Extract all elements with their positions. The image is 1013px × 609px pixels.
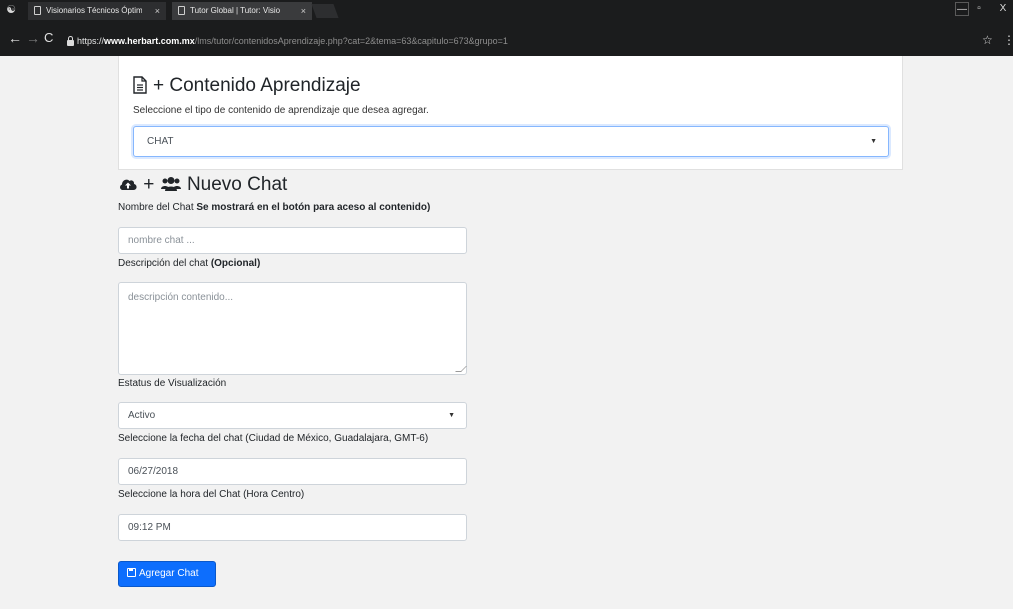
content-type-select[interactable]: CHAT ▼ bbox=[133, 126, 889, 157]
minimize-button[interactable]: — bbox=[955, 2, 969, 16]
forward-icon[interactable]: → bbox=[26, 31, 40, 45]
visibility-status-selected: Activo bbox=[128, 410, 156, 421]
incognito-icon: ☯ bbox=[6, 4, 16, 16]
close-window-button[interactable]: X bbox=[996, 2, 1010, 16]
maximize-button[interactable]: ▫ bbox=[972, 2, 986, 16]
chat-name-input[interactable]: nombre chat ... bbox=[118, 227, 467, 254]
chat-description-label: Descripción del chat (Opcional) bbox=[118, 258, 261, 269]
new-chat-title-text: Nuevo Chat bbox=[186, 174, 288, 195]
content-type-subtitle: Seleccione el tipo de contenido de apren… bbox=[133, 105, 429, 116]
chat-date-input[interactable]: 06/27/2018 bbox=[118, 458, 467, 485]
chat-description-textarea[interactable]: descripción contenido... bbox=[118, 282, 467, 375]
chat-time-label: Seleccione la hora del Chat (Hora Centro… bbox=[118, 489, 305, 500]
browser-tab-active[interactable]: Tutor Global | Tutor: Visio × bbox=[172, 2, 312, 20]
add-chat-button-label: Agregar Chat bbox=[139, 568, 199, 579]
back-icon[interactable]: ← bbox=[8, 31, 22, 45]
url-text: https://www.herbart.com.mx/lms/tutor/con… bbox=[77, 36, 508, 46]
chat-description-placeholder: descripción contenido... bbox=[128, 292, 234, 303]
document-icon bbox=[133, 76, 147, 94]
content-type-selected: CHAT bbox=[147, 136, 174, 147]
star-icon[interactable]: ☆ bbox=[982, 33, 993, 47]
content-type-card: + Contenido Aprendizaje Seleccione el ti… bbox=[118, 56, 903, 170]
chevron-down-icon: ▼ bbox=[448, 412, 455, 419]
tab-close-icon[interactable]: × bbox=[301, 2, 306, 20]
chevron-down-icon: ▼ bbox=[870, 138, 877, 145]
reload-icon[interactable]: C bbox=[44, 31, 53, 45]
browser-tab[interactable]: Visionarios Técnicos Óptim × bbox=[28, 2, 166, 20]
page-icon bbox=[178, 6, 185, 15]
add-chat-button[interactable]: Agregar Chat bbox=[118, 561, 216, 587]
page-content: + Contenido Aprendizaje Seleccione el ti… bbox=[0, 56, 1013, 609]
new-tab-button[interactable] bbox=[311, 4, 339, 18]
content-type-title-text: + Contenido Aprendizaje bbox=[153, 75, 361, 96]
lock-icon bbox=[67, 36, 74, 46]
page-icon bbox=[34, 6, 41, 15]
users-icon bbox=[160, 177, 181, 191]
cloud-upload-icon bbox=[120, 179, 137, 190]
address-bar[interactable]: https://www.herbart.com.mx/lms/tutor/con… bbox=[64, 33, 1004, 50]
new-chat-title: + Nuevo Chat bbox=[118, 173, 287, 197]
chat-date-label: Seleccione la fecha del chat (Ciudad de … bbox=[118, 433, 429, 444]
kebab-menu-icon[interactable]: ⋮ bbox=[1003, 33, 1013, 47]
tab-title: Visionarios Técnicos Óptim bbox=[46, 6, 142, 15]
visibility-status-select[interactable]: Activo ▼ bbox=[118, 402, 467, 429]
resize-handle-icon[interactable] bbox=[455, 366, 467, 372]
browser-tab-bar: ☯ Visionarios Técnicos Óptim × Tutor Glo… bbox=[0, 0, 1013, 20]
tab-title: Tutor Global | Tutor: Visio bbox=[190, 6, 281, 15]
chat-name-label: Nombre del Chat Se mostrará en el botón … bbox=[118, 202, 431, 213]
plus-sign: + bbox=[143, 174, 155, 195]
chat-time-input[interactable]: 09:12 PM bbox=[118, 514, 467, 541]
visibility-status-label: Estatus de Visualización bbox=[118, 378, 227, 389]
content-type-title: + Contenido Aprendizaje bbox=[133, 74, 361, 98]
tab-close-icon[interactable]: × bbox=[155, 2, 160, 20]
save-icon bbox=[127, 568, 136, 577]
